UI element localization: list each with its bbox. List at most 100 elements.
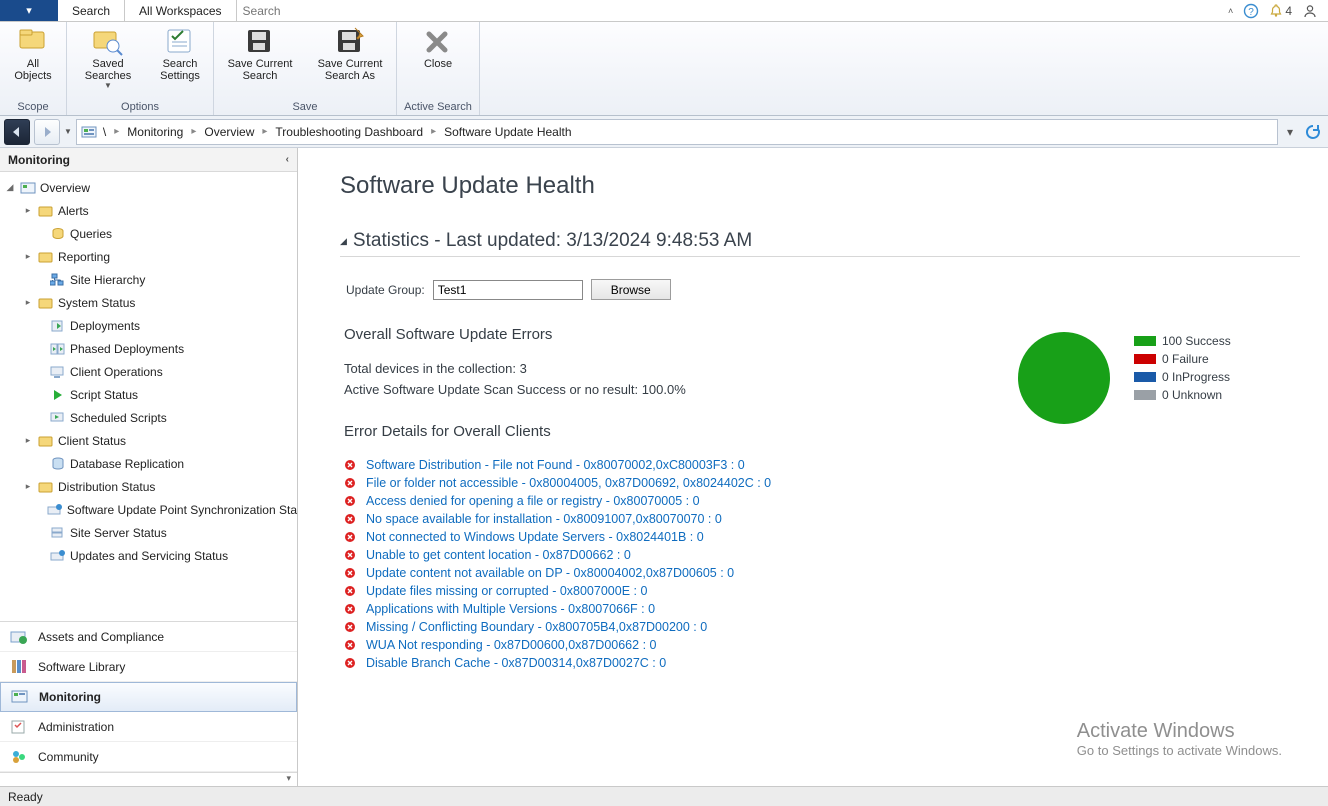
error-item: Software Distribution - File not Found -… (344, 456, 1328, 474)
workspace-assets[interactable]: Assets and Compliance (0, 622, 297, 652)
error-item: Unable to get content location - 0x87D00… (344, 546, 1328, 564)
error-item: Not connected to Windows Update Servers … (344, 528, 1328, 546)
feedback-icon[interactable] (1302, 3, 1318, 19)
legend-failure: 0 Failure (1162, 350, 1209, 368)
update-group-label: Update Group: (346, 283, 425, 297)
tree-node-updates-servicing[interactable]: Updates and Servicing Status (0, 544, 297, 567)
error-item: WUA Not responding - 0x87D00600,0x87D006… (344, 636, 1328, 654)
statistics-heading: Statistics - Last updated: 3/13/2024 9:4… (353, 230, 752, 252)
status-bar: Ready (0, 786, 1328, 806)
error-link[interactable]: No space available for installation - 0x… (366, 512, 722, 526)
breadcrumb-path[interactable]: \ ▸ Monitoring ▸ Overview ▸ Troubleshoot… (76, 119, 1278, 145)
tree-node-queries[interactable]: Queries (0, 222, 297, 245)
error-link[interactable]: Applications with Multiple Versions - 0x… (366, 602, 655, 616)
tree-node-overview[interactable]: ◢ Overview (0, 176, 297, 199)
save-current-search-as-button[interactable]: Save Current Search As (310, 24, 390, 82)
ribbon-group-label: Save (220, 100, 390, 115)
tree-label: Updates and Servicing Status (70, 549, 228, 563)
error-link[interactable]: WUA Not responding - 0x87D00600,0x87D006… (366, 638, 656, 652)
breadcrumb-history-dropdown[interactable]: ▾ (1282, 125, 1298, 139)
tree-node-distribution-status[interactable]: ▸ Distribution Status (0, 475, 297, 498)
tree-node-site-hierarchy[interactable]: Site Hierarchy (0, 268, 297, 291)
workspace-community[interactable]: Community (0, 742, 297, 772)
global-search-input[interactable] (237, 0, 1219, 21)
collapse-nav-icon[interactable]: ‹ (286, 154, 289, 165)
error-link[interactable]: Unable to get content location - 0x87D00… (366, 548, 631, 562)
tree-node-site-server-status[interactable]: Site Server Status (0, 521, 297, 544)
legend-success: 100 Success (1162, 332, 1231, 350)
tree-label: Deployments (70, 319, 140, 333)
app-menu-button[interactable]: ▾ (0, 0, 58, 21)
tree-label: Script Status (70, 388, 138, 402)
breadcrumb-seg[interactable]: Overview (202, 125, 256, 139)
all-objects-button[interactable]: All Objects (6, 24, 60, 82)
breadcrumb-seg[interactable]: Software Update Health (442, 125, 573, 139)
ribbon-group-options: Saved Searches ▼ Search Settings Options (67, 22, 214, 115)
breadcrumb-seg[interactable]: Troubleshooting Dashboard (273, 125, 425, 139)
update-group-row: Update Group: Browse (346, 279, 1328, 300)
notifications-icon[interactable]: 4 (1269, 4, 1292, 18)
chart-legend: 100 Success 0 Failure 0 InProgress 0 Unk… (1134, 332, 1231, 404)
status-text: Ready (8, 790, 43, 804)
ribbon-group-save: Save Current Search Save Current Search … (214, 22, 397, 115)
ribbon: All Objects Scope Saved Searches ▼ Searc… (0, 22, 1328, 116)
status-chart: 100 Success 0 Failure 0 InProgress 0 Unk… (1018, 332, 1231, 424)
watermark-subtitle: Go to Settings to activate Windows. (1077, 743, 1282, 758)
tree-label: Database Replication (70, 457, 184, 471)
tree-node-phased-deployments[interactable]: Phased Deployments (0, 337, 297, 360)
tree-node-client-status[interactable]: ▸ Client Status (0, 429, 297, 452)
workspace-label: Monitoring (39, 690, 101, 704)
breadcrumb-seg[interactable]: Monitoring (125, 125, 185, 139)
workspace-monitoring[interactable]: Monitoring (0, 682, 297, 712)
tree-label: Client Operations (70, 365, 163, 379)
breadcrumb-bar: ▼ \ ▸ Monitoring ▸ Overview ▸ Troublesho… (0, 116, 1328, 148)
update-group-input[interactable] (433, 280, 583, 300)
top-right-icons: ˄ ? 4 (1218, 0, 1328, 21)
nav-forward-button[interactable] (34, 119, 60, 145)
watermark-title: Activate Windows (1077, 720, 1282, 743)
workspace-administration[interactable]: Administration (0, 712, 297, 742)
error-link[interactable]: Update content not available on DP - 0x8… (366, 566, 734, 580)
nav-tree[interactable]: ◢ Overview ▸ Alerts Queries ▸ (0, 172, 297, 621)
error-link[interactable]: Disable Branch Cache - 0x87D00314,0x87D0… (366, 656, 666, 670)
nav-back-button[interactable] (4, 119, 30, 145)
browse-button[interactable]: Browse (591, 279, 671, 300)
saved-searches-button[interactable]: Saved Searches ▼ (73, 24, 143, 91)
nav-pane: Monitoring ‹ ◢ Overview ▸ Alerts Qu (0, 148, 298, 786)
workspace-library[interactable]: Software Library (0, 652, 297, 682)
pie-chart (1018, 332, 1110, 424)
tree-node-reporting[interactable]: ▸ Reporting (0, 245, 297, 268)
error-link[interactable]: Software Distribution - File not Found -… (366, 458, 745, 472)
tree-label: Site Hierarchy (70, 273, 145, 287)
ribbon-group-active-search: Close Active Search (397, 22, 480, 115)
error-link[interactable]: Not connected to Windows Update Servers … (366, 530, 704, 544)
tree-node-system-status[interactable]: ▸ System Status (0, 291, 297, 314)
tree-node-deployments[interactable]: Deployments (0, 314, 297, 337)
refresh-button[interactable] (1302, 119, 1324, 145)
tab-all-workspaces[interactable]: All Workspaces (125, 0, 236, 21)
tree-node-client-operations[interactable]: Client Operations (0, 360, 297, 383)
workspace-overflow[interactable]: ▾ (0, 772, 297, 786)
search-settings-button[interactable]: Search Settings (153, 24, 207, 82)
statistics-section-header[interactable]: ◢ Statistics - Last updated: 3/13/2024 9… (340, 230, 1300, 257)
notifications-count: 4 (1285, 4, 1292, 18)
error-link[interactable]: Missing / Conflicting Boundary - 0x80070… (366, 620, 707, 634)
save-current-search-button[interactable]: Save Current Search (220, 24, 300, 82)
close-search-button[interactable]: Close (403, 24, 473, 70)
tree-node-scheduled-scripts[interactable]: Scheduled Scripts (0, 406, 297, 429)
error-link[interactable]: Update files missing or corrupted - 0x80… (366, 584, 647, 598)
tree-node-script-status[interactable]: Script Status (0, 383, 297, 406)
error-item: Access denied for opening a file or regi… (344, 492, 1328, 510)
tree-node-sup-sync[interactable]: Software Update Point Synchronization St… (0, 498, 297, 521)
error-item: Disable Branch Cache - 0x87D00314,0x87D0… (344, 654, 1328, 672)
breadcrumb-root-icon (81, 124, 97, 140)
tree-node-alerts[interactable]: ▸ Alerts (0, 199, 297, 222)
tab-search[interactable]: Search (58, 0, 125, 21)
error-link[interactable]: File or folder not accessible - 0x800040… (366, 476, 771, 490)
collapse-ribbon-icon[interactable]: ˄ (1228, 6, 1233, 16)
help-icon[interactable]: ? (1243, 3, 1259, 19)
tree-label: Client Status (58, 434, 126, 448)
error-item: Applications with Multiple Versions - 0x… (344, 600, 1328, 618)
error-link[interactable]: Access denied for opening a file or regi… (366, 494, 700, 508)
tree-node-database-replication[interactable]: Database Replication (0, 452, 297, 475)
